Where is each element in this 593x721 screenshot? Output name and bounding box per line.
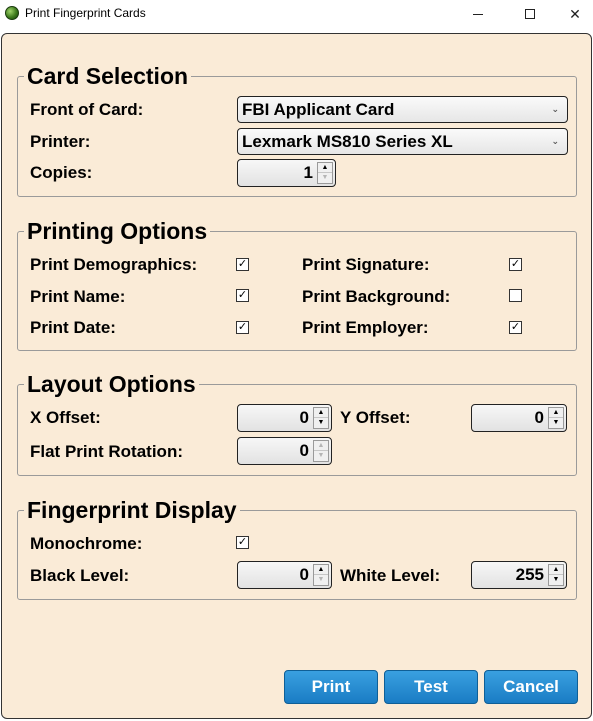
card-selection-legend: Card Selection bbox=[24, 63, 192, 89]
flat-print-rotation-label: Flat Print Rotation: bbox=[30, 442, 183, 461]
print-demographics-label: Print Demographics: bbox=[30, 255, 198, 274]
spin-down-icon[interactable]: ▼ bbox=[318, 173, 332, 183]
x-offset-spinner[interactable]: 0 ▲ ▼ bbox=[237, 404, 332, 432]
front-of-card-value: FBI Applicant Card bbox=[242, 100, 395, 119]
spin-up-icon[interactable]: ▲ bbox=[314, 565, 328, 575]
print-employer-label: Print Employer: bbox=[302, 318, 429, 337]
front-of-card-label: Front of Card: bbox=[30, 100, 144, 119]
front-of-card-dropdown[interactable]: FBI Applicant Card ⌄ bbox=[237, 96, 568, 123]
printing-options-legend: Printing Options bbox=[24, 218, 211, 244]
print-background-checkbox[interactable] bbox=[509, 289, 522, 302]
spin-down-icon[interactable]: ▼ bbox=[314, 418, 328, 428]
print-name-label: Print Name: bbox=[30, 287, 126, 306]
printing-options-group: Printing Options Print Demographics: ✓ P… bbox=[17, 218, 577, 351]
printer-dropdown[interactable]: Lexmark MS810 Series XL ⌄ bbox=[237, 128, 568, 155]
spin-up-icon[interactable]: ▲ bbox=[314, 441, 328, 451]
chevron-down-icon: ⌄ bbox=[551, 136, 559, 146]
monochrome-checkbox[interactable]: ✓ bbox=[236, 536, 249, 549]
spin-down-icon[interactable]: ▼ bbox=[314, 575, 328, 585]
close-icon: ✕ bbox=[569, 5, 581, 22]
print-name-checkbox[interactable]: ✓ bbox=[236, 289, 249, 302]
copies-spin-buttons: ▲ ▼ bbox=[317, 162, 333, 184]
black-level-value: 0 bbox=[299, 565, 309, 584]
spin-up-icon[interactable]: ▲ bbox=[314, 408, 328, 418]
x-offset-value: 0 bbox=[299, 408, 309, 427]
close-button[interactable]: ✕ bbox=[552, 0, 593, 28]
copies-label: Copies: bbox=[30, 163, 93, 182]
print-button[interactable]: Print bbox=[284, 670, 378, 704]
print-signature-checkbox[interactable]: ✓ bbox=[509, 258, 522, 271]
spin-down-icon[interactable]: ▼ bbox=[549, 575, 563, 585]
print-background-label: Print Background: bbox=[302, 287, 451, 306]
card-selection-group: Card Selection Front of Card: FBI Applic… bbox=[17, 63, 577, 197]
spin-up-icon[interactable]: ▲ bbox=[318, 163, 332, 173]
spin-down-icon[interactable]: ▼ bbox=[549, 418, 563, 428]
print-date-checkbox[interactable]: ✓ bbox=[236, 321, 249, 334]
main-panel: Card Selection Front of Card: FBI Applic… bbox=[1, 33, 592, 719]
spin-down-icon[interactable]: ▼ bbox=[314, 451, 328, 461]
maximize-button[interactable] bbox=[507, 0, 553, 28]
white-level-spin-buttons: ▲ ▼ bbox=[548, 564, 564, 586]
x-offset-label: X Offset: bbox=[30, 408, 101, 427]
chevron-down-icon: ⌄ bbox=[551, 104, 559, 114]
white-level-label: White Level: bbox=[340, 566, 441, 585]
black-level-spinner[interactable]: 0 ▲ ▼ bbox=[237, 561, 332, 589]
flat-print-rotation-value: 0 bbox=[299, 441, 309, 460]
app-icon bbox=[5, 6, 19, 20]
maximize-icon bbox=[525, 9, 535, 19]
x-offset-spin-buttons: ▲ ▼ bbox=[313, 407, 329, 429]
copies-value: 1 bbox=[303, 163, 313, 182]
y-offset-spinner[interactable]: 0 ▲ ▼ bbox=[471, 404, 567, 432]
fingerprint-display-group: Fingerprint Display Monochrome: ✓ Black … bbox=[17, 497, 577, 600]
minimize-icon bbox=[473, 13, 483, 15]
flat-print-rotation-spinner[interactable]: 0 ▲ ▼ bbox=[237, 437, 332, 465]
cancel-button[interactable]: Cancel bbox=[484, 670, 578, 704]
print-date-label: Print Date: bbox=[30, 318, 116, 337]
spin-up-icon[interactable]: ▲ bbox=[549, 565, 563, 575]
print-demographics-checkbox[interactable]: ✓ bbox=[236, 258, 249, 271]
copies-spinner[interactable]: 1 ▲ ▼ bbox=[237, 159, 336, 187]
printer-value: Lexmark MS810 Series XL bbox=[242, 132, 453, 151]
flat-print-rotation-spin-buttons: ▲ ▼ bbox=[313, 440, 329, 462]
monochrome-label: Monochrome: bbox=[30, 534, 143, 553]
test-button[interactable]: Test bbox=[384, 670, 478, 704]
fingerprint-display-legend: Fingerprint Display bbox=[24, 497, 240, 523]
white-level-spinner[interactable]: 255 ▲ ▼ bbox=[471, 561, 567, 589]
minimize-button[interactable] bbox=[455, 0, 501, 28]
spin-up-icon[interactable]: ▲ bbox=[549, 408, 563, 418]
window-title: Print Fingerprint Cards bbox=[25, 6, 146, 20]
title-bar: Print Fingerprint Cards ✕ bbox=[0, 0, 593, 28]
y-offset-spin-buttons: ▲ ▼ bbox=[548, 407, 564, 429]
black-level-label: Black Level: bbox=[30, 566, 130, 585]
black-level-spin-buttons: ▲ ▼ bbox=[313, 564, 329, 586]
print-signature-label: Print Signature: bbox=[302, 255, 430, 274]
printer-label: Printer: bbox=[30, 132, 91, 151]
layout-options-group: Layout Options X Offset: 0 ▲ ▼ Y Offset:… bbox=[17, 371, 577, 476]
white-level-value: 255 bbox=[515, 565, 544, 584]
y-offset-value: 0 bbox=[534, 408, 544, 427]
layout-options-legend: Layout Options bbox=[24, 371, 199, 397]
y-offset-label: Y Offset: bbox=[340, 408, 411, 427]
print-employer-checkbox[interactable]: ✓ bbox=[509, 321, 522, 334]
